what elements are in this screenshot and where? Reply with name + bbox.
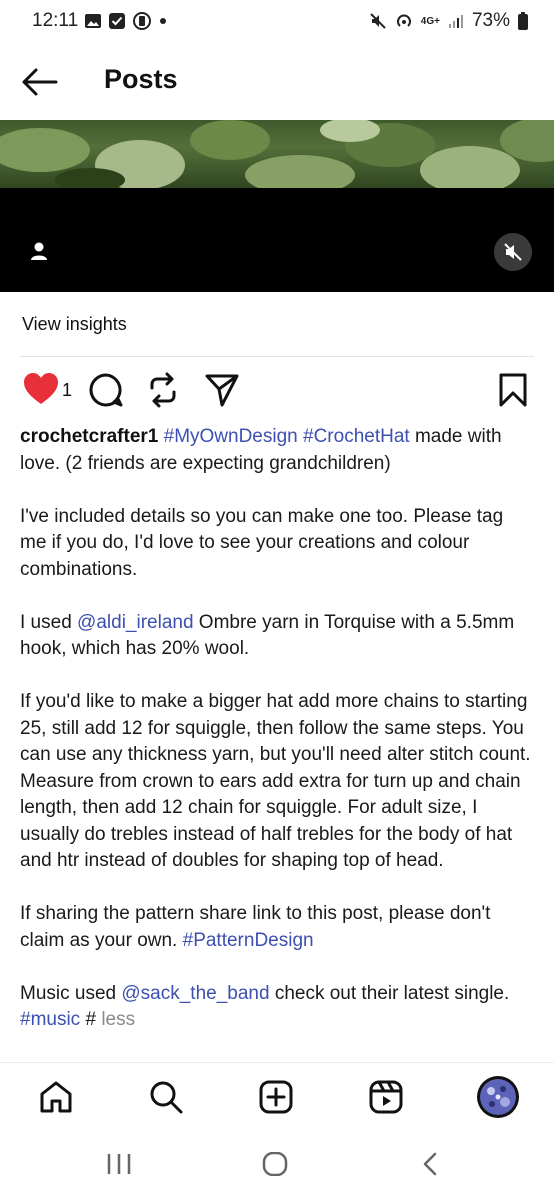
nav-create[interactable] (256, 1077, 296, 1117)
share-button[interactable] (204, 372, 240, 413)
nav-home[interactable] (36, 1077, 76, 1117)
recents-button[interactable] (106, 1152, 132, 1181)
caption-para6-after: check out their latest single. (269, 982, 510, 1004)
hashtag-myowndesign[interactable]: #MyOwnDesign (164, 426, 298, 447)
less-button[interactable]: less (101, 1009, 135, 1030)
repost-button[interactable] (146, 372, 180, 413)
caption-para-4: If you'd like to make a bigger hat add m… (20, 691, 531, 871)
caption-para-6: Music used @sack_the_band check out thei… (20, 981, 534, 1034)
paper-plane-icon (205, 374, 239, 407)
comment-bubble-icon (89, 373, 123, 407)
mute-status-icon (370, 13, 386, 29)
post-actions: 1 (0, 368, 554, 412)
network-type: 4G+ (420, 15, 440, 27)
ivy-leaves-image (0, 120, 554, 188)
app-notification-icon (133, 12, 151, 30)
view-insights-link[interactable]: View insights (22, 314, 127, 335)
status-time: 12:11 (32, 10, 79, 31)
system-nav (0, 1132, 554, 1200)
more-dot-icon (160, 18, 166, 24)
caption-para-1: crochetcrafter1 #MyOwnDesign #CrochetHat… (20, 424, 534, 477)
bottom-nav (0, 1062, 554, 1133)
mention-aldi-ireland[interactable]: @aldi_ireland (77, 612, 193, 633)
nav-search[interactable] (146, 1077, 186, 1117)
recents-icon (107, 1154, 131, 1174)
mention-sack-the-band[interactable]: @sack_the_band (121, 983, 269, 1004)
search-icon (150, 1081, 183, 1114)
page-title: Posts (104, 64, 178, 94)
caption-para-5: If sharing the pattern share link to thi… (20, 901, 534, 954)
avatar (477, 1076, 519, 1118)
caption-para6-before: Music used (20, 982, 122, 1004)
media-image (0, 120, 554, 188)
repost-icon (150, 372, 176, 408)
nav-profile[interactable] (476, 1075, 520, 1119)
signal-icon (448, 15, 463, 28)
heart-filled-icon (24, 373, 58, 404)
gallery-icon (85, 14, 101, 28)
nav-reels[interactable] (366, 1077, 406, 1117)
speaker-muted-icon (504, 243, 522, 261)
caption-para3-before: I used (20, 611, 78, 633)
caption-trailing-hash: # (80, 1009, 102, 1030)
home-system-button[interactable] (262, 1151, 288, 1181)
hashtag-music[interactable]: #music (20, 1009, 80, 1030)
arrow-left-icon (22, 68, 58, 96)
battery-percent: 73% (471, 10, 510, 31)
like-button[interactable] (22, 372, 60, 411)
back-button[interactable] (20, 64, 60, 100)
post-media[interactable] (0, 120, 554, 292)
back-system-button[interactable] (420, 1152, 440, 1181)
caption-para-2: I've included details so you can make on… (20, 505, 504, 580)
home-circle-icon (262, 1151, 288, 1177)
status-right: 4G+ 73% (369, 10, 528, 32)
plus-square-icon (259, 1080, 293, 1114)
hashtag-patterndesign[interactable]: #PatternDesign (183, 930, 314, 951)
chevron-left-icon (423, 1152, 437, 1176)
home-icon (40, 1081, 72, 1113)
comment-button[interactable] (88, 372, 124, 413)
hotspot-icon (396, 14, 411, 27)
person-icon (31, 242, 47, 260)
divider (20, 356, 534, 357)
reels-icon (369, 1080, 403, 1114)
header: Posts (0, 44, 554, 120)
battery-icon (518, 12, 528, 30)
caption-username[interactable]: crochetcrafter1 (20, 426, 158, 447)
save-button[interactable] (498, 372, 528, 413)
status-notification-icons (84, 11, 168, 31)
mute-button[interactable] (494, 233, 532, 271)
bookmark-icon (499, 373, 527, 407)
caption-para-3: I used @aldi_ireland Ombre yarn in Torqu… (20, 610, 534, 663)
status-bar: 12:11 4G+ 73% (0, 0, 554, 44)
like-count[interactable]: 1 (62, 380, 72, 401)
checkbox-icon (109, 13, 125, 29)
tag-people-button[interactable] (28, 240, 50, 262)
hashtag-crochethat[interactable]: #CrochetHat (303, 426, 410, 447)
post-caption: crochetcrafter1 #MyOwnDesign #CrochetHat… (20, 424, 534, 1060)
